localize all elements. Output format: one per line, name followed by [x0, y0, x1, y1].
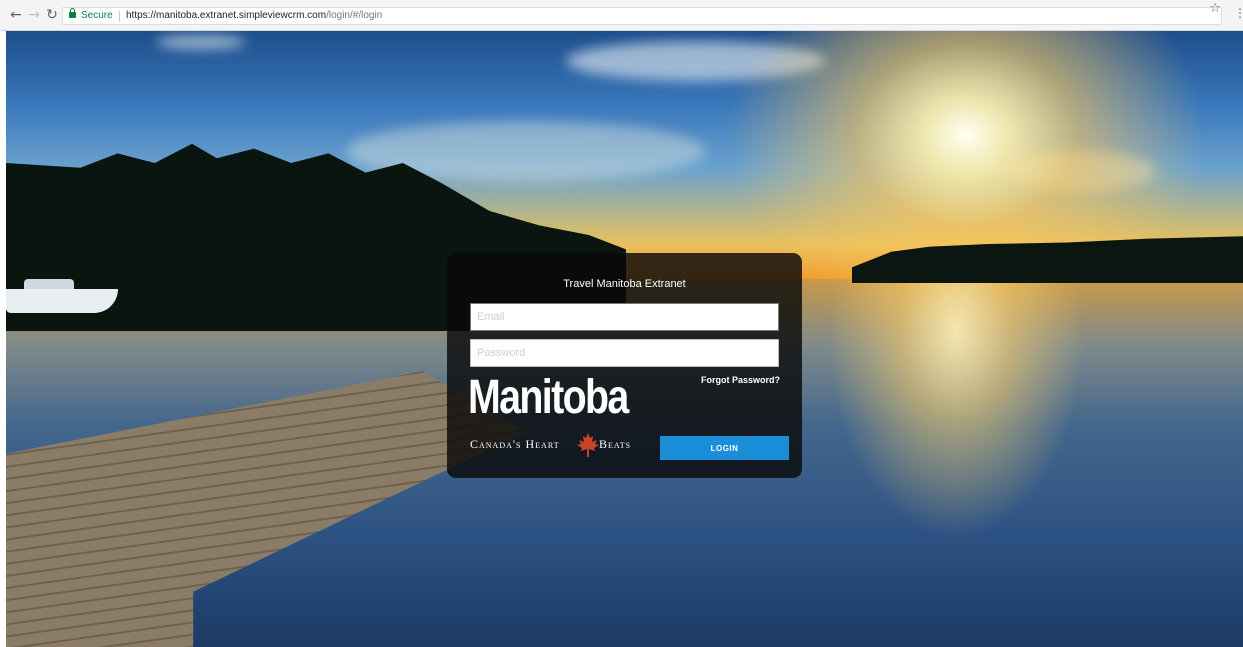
- email-field[interactable]: [470, 303, 779, 331]
- arrow-right-icon[interactable]: →: [26, 7, 42, 23]
- address-bar[interactable]: Secure https://manitoba.extranet.simplev…: [62, 7, 1222, 25]
- url-host: https://manitoba.extranet.simpleviewcrm.…: [126, 10, 327, 21]
- maple-leaf-icon: [577, 433, 599, 457]
- forgot-password-link[interactable]: Forgot Password?: [701, 375, 780, 385]
- boat: [6, 289, 118, 313]
- secure-label: Secure: [81, 10, 113, 21]
- url-path: /login/#/login: [326, 10, 383, 21]
- url-text[interactable]: https://manitoba.extranet.simpleviewcrm.…: [126, 10, 382, 21]
- password-field[interactable]: [470, 339, 779, 367]
- kebab-menu-icon[interactable]: ⋮: [1234, 6, 1243, 20]
- tagline-right: Beats: [599, 437, 632, 451]
- cloud: [156, 35, 246, 49]
- manitoba-logo: Manitoba: [468, 371, 629, 424]
- login-title: Travel Manitoba Extranet: [563, 278, 686, 290]
- sun-reflection: [826, 279, 1086, 539]
- login-button[interactable]: LOGIN: [660, 436, 789, 460]
- tagline-left: Canada's Heart: [470, 437, 560, 451]
- reload-icon[interactable]: ↻: [44, 7, 60, 23]
- arrow-left-icon[interactable]: ←: [8, 7, 24, 23]
- lock-icon: [69, 8, 76, 18]
- address-separator: [119, 11, 120, 22]
- star-icon[interactable]: ☆: [1209, 1, 1221, 16]
- login-panel: Travel Manitoba Extranet Forgot Password…: [447, 253, 802, 478]
- browser-toolbar: ← → ↻ Secure https://manitoba.extranet.s…: [0, 0, 1243, 31]
